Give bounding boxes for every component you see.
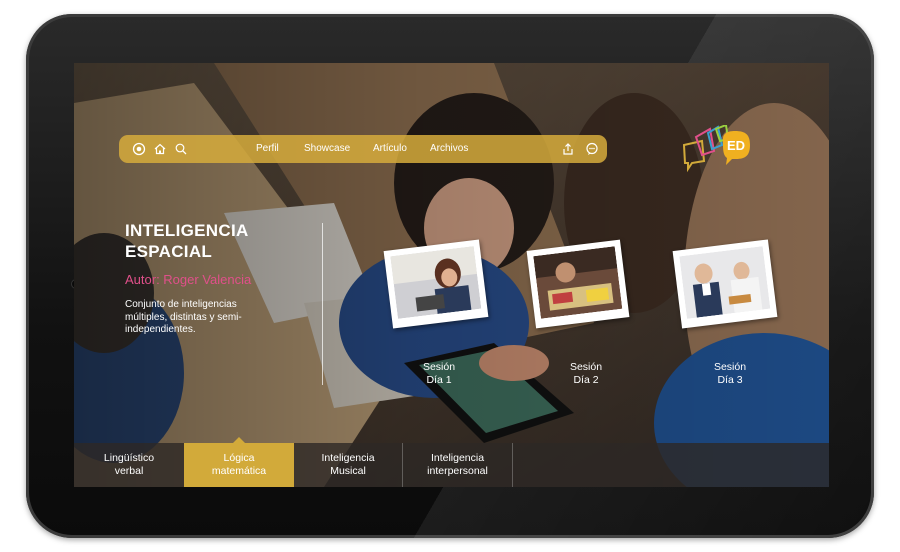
app-screen: Perfil Showcase Artículo Archivos ED INT…: [74, 63, 829, 487]
tab-inteligencia-musical[interactable]: Inteligencia Musical: [294, 443, 403, 487]
tab-logica-matematica[interactable]: Lógica matemática: [184, 443, 294, 487]
nav-perfil[interactable]: Perfil: [256, 142, 279, 156]
session-1-day: Día 1: [426, 374, 452, 386]
session-label-1[interactable]: Sesión Día 1: [409, 361, 469, 387]
tab-label-line2: verbal: [114, 465, 144, 477]
session-3-day: Día 3: [717, 374, 743, 386]
title-line-2: ESPACIAL: [125, 242, 213, 261]
search-icon[interactable]: [173, 141, 189, 157]
tab-label-line1: Inteligencia: [321, 452, 375, 464]
tab-label-line2: Musical: [330, 465, 366, 477]
session-photo-1[interactable]: [383, 239, 489, 329]
top-navigation-bar: Perfil Showcase Artículo Archivos: [119, 135, 607, 163]
session-photo-3[interactable]: [672, 239, 778, 329]
logo-text: ED: [727, 138, 745, 153]
tab-label-line2: interpersonal: [427, 465, 488, 477]
session-1-title: Sesión: [422, 361, 456, 373]
tab-inteligencia-interpersonal[interactable]: Inteligencia interpersonal: [403, 443, 513, 487]
home-icon[interactable]: [152, 141, 168, 157]
session-photo-2[interactable]: [526, 239, 630, 329]
record-icon[interactable]: [131, 141, 147, 157]
tab-linguistico-verbal[interactable]: Lingüístico verbal: [74, 443, 185, 487]
tab-label-line1: Lógica: [223, 452, 255, 464]
author-label: Autor: Roger Valencia: [125, 272, 252, 287]
nav-articulo[interactable]: Artículo: [373, 142, 407, 156]
tab-label-line1: Lingüístico: [103, 452, 155, 464]
nav-archivos[interactable]: Archivos: [430, 142, 468, 156]
session-label-3[interactable]: Sesión Día 3: [700, 361, 760, 387]
category-tabs: Lingüístico verbal Lógica matemática Int…: [74, 443, 829, 487]
ed-logo: ED: [680, 123, 762, 177]
tab-label-line1: Inteligencia: [430, 452, 485, 464]
chat-icon[interactable]: [584, 141, 600, 157]
article-description: Conjunto de inteligencias múltiples, dis…: [125, 299, 242, 335]
session-2-day: Día 2: [573, 374, 599, 386]
tab-label-line2: matemática: [211, 465, 267, 477]
nav-showcase[interactable]: Showcase: [304, 142, 350, 156]
share-icon[interactable]: [560, 141, 576, 157]
title-line-1: INTELIGENCIA: [125, 221, 249, 240]
session-3-title: Sesión: [713, 361, 747, 373]
page-title: INTELIGENCIA ESPACIAL: [125, 220, 249, 262]
session-label-2[interactable]: Sesión Día 2: [556, 361, 616, 387]
session-2-title: Sesión: [569, 361, 603, 373]
vertical-divider: [322, 223, 323, 385]
